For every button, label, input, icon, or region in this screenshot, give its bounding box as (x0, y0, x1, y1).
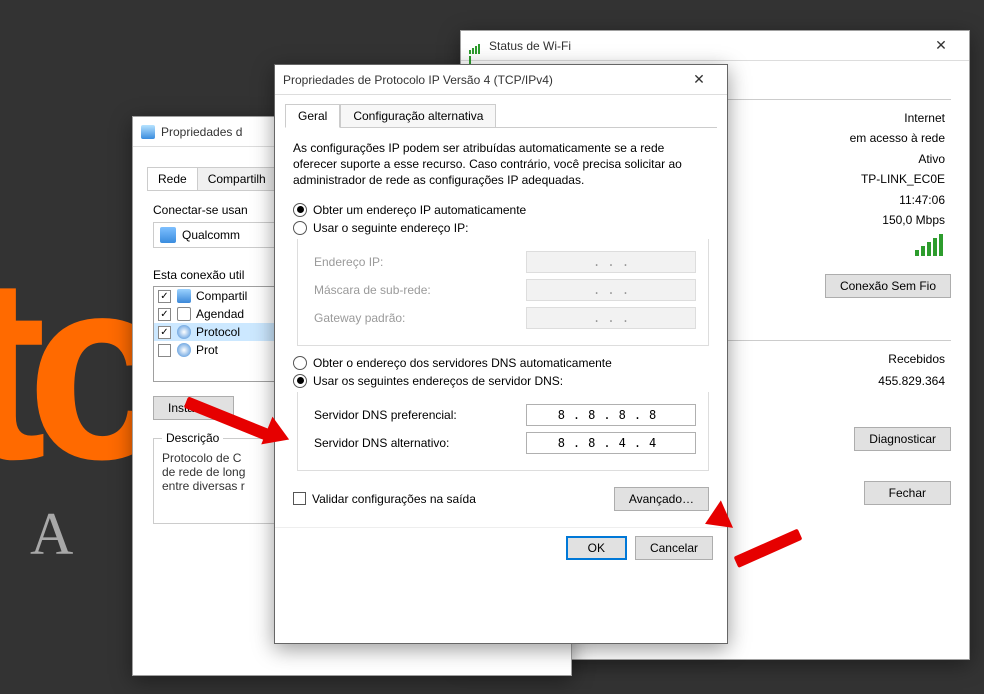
radio-dns-manual[interactable]: Usar os seguintes endereços de servidor … (293, 374, 709, 388)
subnet-mask-input: . . . (526, 279, 696, 301)
radio-ip-auto[interactable]: Obter um endereço IP automaticamente (293, 203, 709, 217)
signal-icon (469, 40, 483, 52)
ip-title: Propriedades de Protocolo IP Versão 4 (T… (283, 73, 679, 87)
ip-address-label: Endereço IP: (314, 255, 526, 269)
dns-alternate-input[interactable]: 8.8.4.4 (526, 432, 696, 454)
radio-icon[interactable] (293, 374, 307, 388)
radio-dns-auto[interactable]: Obter o endereço dos servidores DNS auto… (293, 356, 709, 370)
radio-label: Usar o seguinte endereço IP: (313, 221, 468, 235)
checkbox-icon[interactable]: ✓ (158, 326, 171, 339)
list-item-label: Compartil (196, 289, 247, 303)
tab-alt-config[interactable]: Configuração alternativa (340, 104, 496, 128)
radio-label: Obter o endereço dos servidores DNS auto… (313, 356, 612, 370)
subnet-mask-label: Máscara de sub-rede: (314, 283, 526, 297)
tab-general[interactable]: Geral (285, 104, 340, 128)
ip-titlebar[interactable]: Propriedades de Protocolo IP Versão 4 (T… (275, 65, 727, 95)
checkbox-icon[interactable]: ✓ (158, 308, 171, 321)
gateway-label: Gateway padrão: (314, 311, 526, 325)
scheduler-icon (177, 307, 191, 321)
tab-network[interactable]: Rede (147, 167, 198, 190)
gateway-input: . . . (526, 307, 696, 329)
protocol-icon (177, 343, 191, 357)
checkbox-icon[interactable] (158, 344, 171, 357)
wifi-titlebar[interactable]: Status de Wi-Fi ✕ (461, 31, 969, 61)
dns-preferred-input[interactable]: 8.8.8.8 (526, 404, 696, 426)
close-icon[interactable]: ✕ (921, 37, 961, 54)
client-icon (177, 289, 191, 303)
annotation-arrow-2 (710, 508, 800, 558)
annotation-arrow-1 (186, 396, 296, 446)
ip-address-input: . . . (526, 251, 696, 273)
adapter-device-icon (160, 227, 176, 243)
radio-icon[interactable] (293, 221, 307, 235)
radio-ip-manual[interactable]: Usar o seguinte endereço IP: (293, 221, 709, 235)
list-item-label: Prot (196, 343, 218, 357)
ip-manual-fieldset: Endereço IP: . . . Máscara de sub-rede: … (297, 239, 709, 346)
adapter-icon (141, 125, 155, 139)
diagnose-button[interactable]: Diagnosticar (854, 427, 951, 451)
bg-logo: tc (0, 220, 151, 519)
advanced-button[interactable]: Avançado… (614, 487, 709, 511)
radio-icon[interactable] (293, 203, 307, 217)
list-item-label: Agendad (196, 307, 244, 321)
wifi-title: Status de Wi-Fi (489, 39, 921, 53)
validate-label: Validar configurações na saída (312, 492, 476, 506)
ipv4-properties-dialog: Propriedades de Protocolo IP Versão 4 (T… (274, 64, 728, 644)
cancel-button[interactable]: Cancelar (635, 536, 713, 560)
list-item-label: Protocol (196, 325, 240, 339)
ip-help-text: As configurações IP podem ser atribuídas… (293, 140, 709, 189)
radio-label: Usar os seguintes endereços de servidor … (313, 374, 563, 388)
close-icon[interactable]: ✕ (679, 71, 719, 88)
dns-manual-fieldset: Servidor DNS preferencial: 8.8.8.8 Servi… (297, 392, 709, 471)
radio-label: Obter um endereço IP automaticamente (313, 203, 526, 217)
radio-icon[interactable] (293, 356, 307, 370)
wireless-connection-button[interactable]: Conexão Sem Fio (825, 274, 951, 298)
validate-checkbox[interactable] (293, 492, 306, 505)
tab-sharing[interactable]: Compartilh (197, 167, 277, 190)
checkbox-icon[interactable]: ✓ (158, 290, 171, 303)
dns-alternate-label: Servidor DNS alternativo: (314, 436, 526, 450)
adapter-name: Qualcomm (182, 228, 240, 242)
dns-preferred-label: Servidor DNS preferencial: (314, 408, 526, 422)
close-button[interactable]: Fechar (864, 481, 951, 505)
protocol-icon (177, 325, 191, 339)
ok-button[interactable]: OK (566, 536, 627, 560)
